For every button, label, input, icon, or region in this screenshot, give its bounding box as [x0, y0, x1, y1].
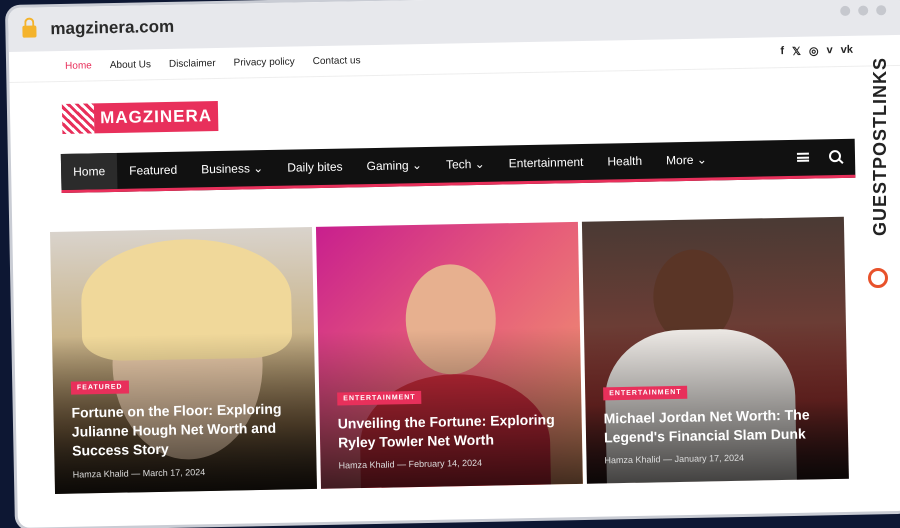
nav-gaming[interactable]: Gaming ⌄ [354, 147, 434, 185]
toplink-about-us[interactable]: About Us [110, 59, 151, 71]
toplink-privacy-policy[interactable]: Privacy policy [233, 56, 294, 68]
window-dot-2[interactable] [858, 5, 869, 16]
post-date: January 17, 2024 [674, 452, 745, 465]
lock-icon [22, 25, 37, 38]
window-dot-1[interactable] [840, 5, 851, 17]
category-badge[interactable]: ENTERTAINMENT [603, 385, 688, 401]
nav-more[interactable]: More ⌄ [654, 141, 719, 178]
nav-featured[interactable]: Featured [117, 152, 190, 189]
featured-posts-grid: FEATURED Fortune on the Floor: Exploring… [50, 216, 849, 494]
window-controls [840, 5, 887, 17]
site-logo[interactable]: MAGZINERA [61, 100, 219, 134]
address-bar-url[interactable]: magzinera.com [50, 17, 174, 39]
link-icon [868, 268, 888, 288]
post-title[interactable]: Fortune on the Floor: Exploring Julianne… [71, 399, 302, 460]
nav-icons [796, 150, 842, 163]
logo-text: MAGZINERA [93, 100, 219, 134]
category-badge[interactable]: FEATURED [70, 380, 129, 395]
facebook-icon[interactable]: f [780, 45, 784, 58]
vk-icon[interactable]: vk [841, 44, 853, 57]
post-card-julianne-hough[interactable]: FEATURED Fortune on the Floor: Exploring… [50, 226, 317, 494]
nav-tech[interactable]: Tech ⌄ [434, 146, 497, 183]
toplink-home[interactable]: Home [65, 60, 92, 72]
menu-icon[interactable] [796, 152, 810, 162]
nav-entertainment[interactable]: Entertainment [496, 144, 595, 182]
logo-stripes-mark [61, 103, 95, 134]
post-date: March 17, 2024 [142, 467, 206, 479]
x-icon[interactable]: 𝕏 [792, 45, 801, 58]
search-icon[interactable] [828, 150, 842, 163]
post-title[interactable]: Michael Jordan Net Worth: The Legend's F… [604, 405, 835, 447]
post-title[interactable]: Unveiling the Fortune: Exploring Ryley T… [338, 410, 569, 452]
post-card-michael-jordan[interactable]: ENTERTAINMENT Michael Jordan Net Worth: … [581, 216, 849, 484]
nav-business[interactable]: Business ⌄ [189, 150, 276, 188]
post-author[interactable]: Hamza Khalid [604, 454, 660, 465]
post-author[interactable]: Hamza Khalid [73, 469, 129, 480]
nav-home[interactable]: Home [60, 152, 118, 191]
window-dot-3[interactable] [876, 5, 887, 16]
toplink-disclaimer[interactable]: Disclaimer [169, 58, 216, 70]
watermark-sidebar: GUESTPOSTLINKS [868, 40, 892, 288]
instagram-icon[interactable]: ◎ [809, 44, 819, 57]
post-date: February 14, 2024 [408, 457, 483, 470]
post-author[interactable]: Hamza Khalid [338, 459, 394, 470]
vimeo-icon[interactable]: v [826, 44, 832, 57]
watermark-text: GUESTPOSTLINKS [869, 56, 890, 237]
nav-daily-bites[interactable]: Daily bites [275, 148, 355, 186]
post-card-ryley-towler[interactable]: ENTERTAINMENT Unveiling the Fortune: Exp… [315, 221, 583, 489]
nav-health[interactable]: Health [595, 143, 654, 180]
toplink-contact-us[interactable]: Contact us [313, 55, 361, 67]
category-badge[interactable]: ENTERTAINMENT [337, 390, 422, 406]
social-links: f 𝕏 ◎ v vk [780, 44, 853, 58]
